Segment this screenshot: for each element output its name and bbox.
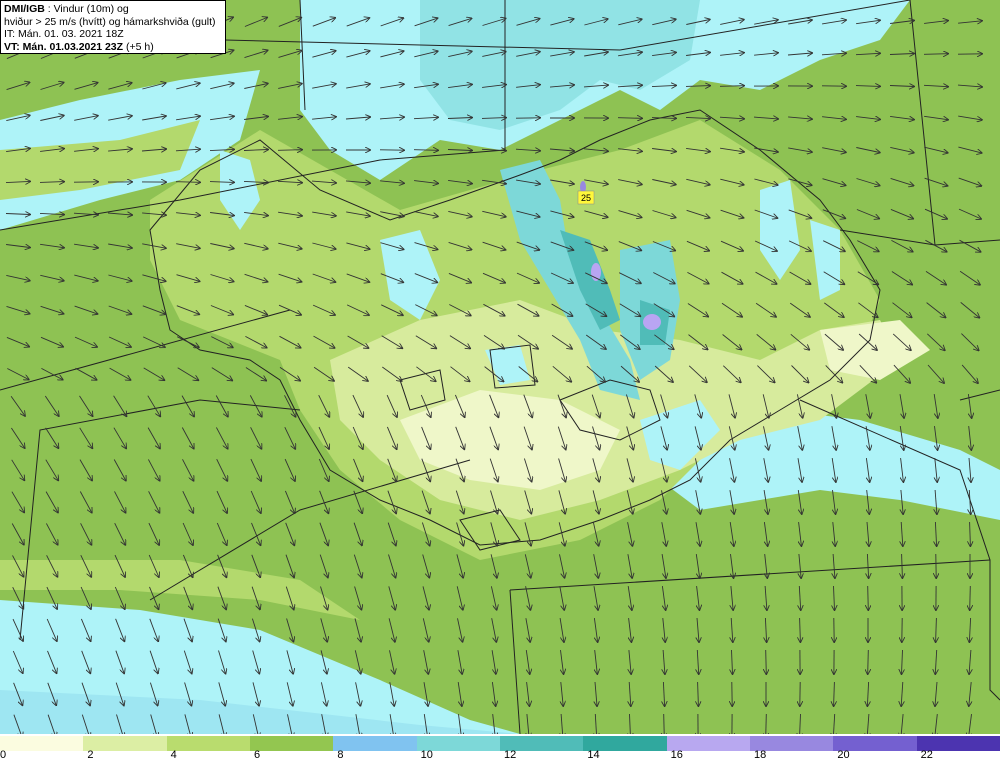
color-legend: 0 2 4 6 8 10 12 14 16 18 20 22 — [0, 734, 1000, 764]
legend-tick-label: 18 — [754, 749, 767, 761]
legend-tick-label: 14 — [587, 749, 600, 761]
legend-tick-label: 8 — [337, 749, 344, 761]
max-gust-label: 25 — [581, 193, 591, 203]
wind-arrow — [766, 649, 767, 674]
map-info-box: DMI/IGB : Vindur (10m) og hviður > 25 m/… — [0, 0, 226, 54]
wind-arrow — [664, 713, 665, 734]
legend-tick-label: 16 — [670, 749, 683, 761]
legend-swatch — [83, 736, 167, 751]
legend-tick-label: 0 — [0, 749, 7, 761]
wind-arrow — [923, 54, 948, 55]
info-line-3: IT: Mán. 01. 03. 2021 18Z — [4, 28, 124, 40]
model-name: DMI/IGB — [4, 3, 45, 15]
info-line-4: VT: Mán. 01.03.2021 23Z (+5 h) — [4, 41, 222, 54]
valid-time: VT: Mán. 01.03.2021 23Z — [4, 40, 124, 53]
legend-bar — [0, 736, 1000, 751]
legend-tick-label: 22 — [920, 749, 933, 761]
legend-swatch — [249, 736, 334, 751]
wind-arrow — [868, 585, 869, 610]
forecast-lead: (+5 h) — [123, 40, 154, 53]
legend-swatch — [333, 736, 417, 751]
legend-tick-label: 6 — [254, 749, 261, 761]
info-line-2: hviður > 25 m/s (hvítt) og hámarkshviða … — [4, 15, 216, 28]
legend-tick-label: 20 — [837, 749, 850, 761]
wind-arrow — [277, 150, 302, 151]
wind-arrow — [719, 86, 744, 87]
gust-peak-2 — [643, 314, 661, 330]
wind-map: 25 — [0, 0, 1000, 734]
info-line-1: DMI/IGB : Vindur (10m) og — [4, 3, 222, 16]
legend-tick-label: 10 — [420, 749, 433, 761]
wind-arrow — [617, 118, 642, 119]
field-name: : Vindur (10m) og — [44, 3, 129, 15]
legend-swatch — [0, 736, 84, 751]
wind-arrow — [175, 182, 200, 183]
legend-tick-label: 12 — [504, 749, 517, 761]
wind-arrow — [868, 649, 869, 674]
max-gust-marker: 25 — [577, 190, 595, 205]
wind-arrow — [970, 585, 971, 610]
wind-arrow — [766, 713, 767, 734]
legend-tick-label: 2 — [87, 749, 94, 761]
legend-swatch — [166, 736, 250, 751]
legend-tick-label: 4 — [170, 749, 177, 761]
wind-arrow — [413, 150, 438, 151]
